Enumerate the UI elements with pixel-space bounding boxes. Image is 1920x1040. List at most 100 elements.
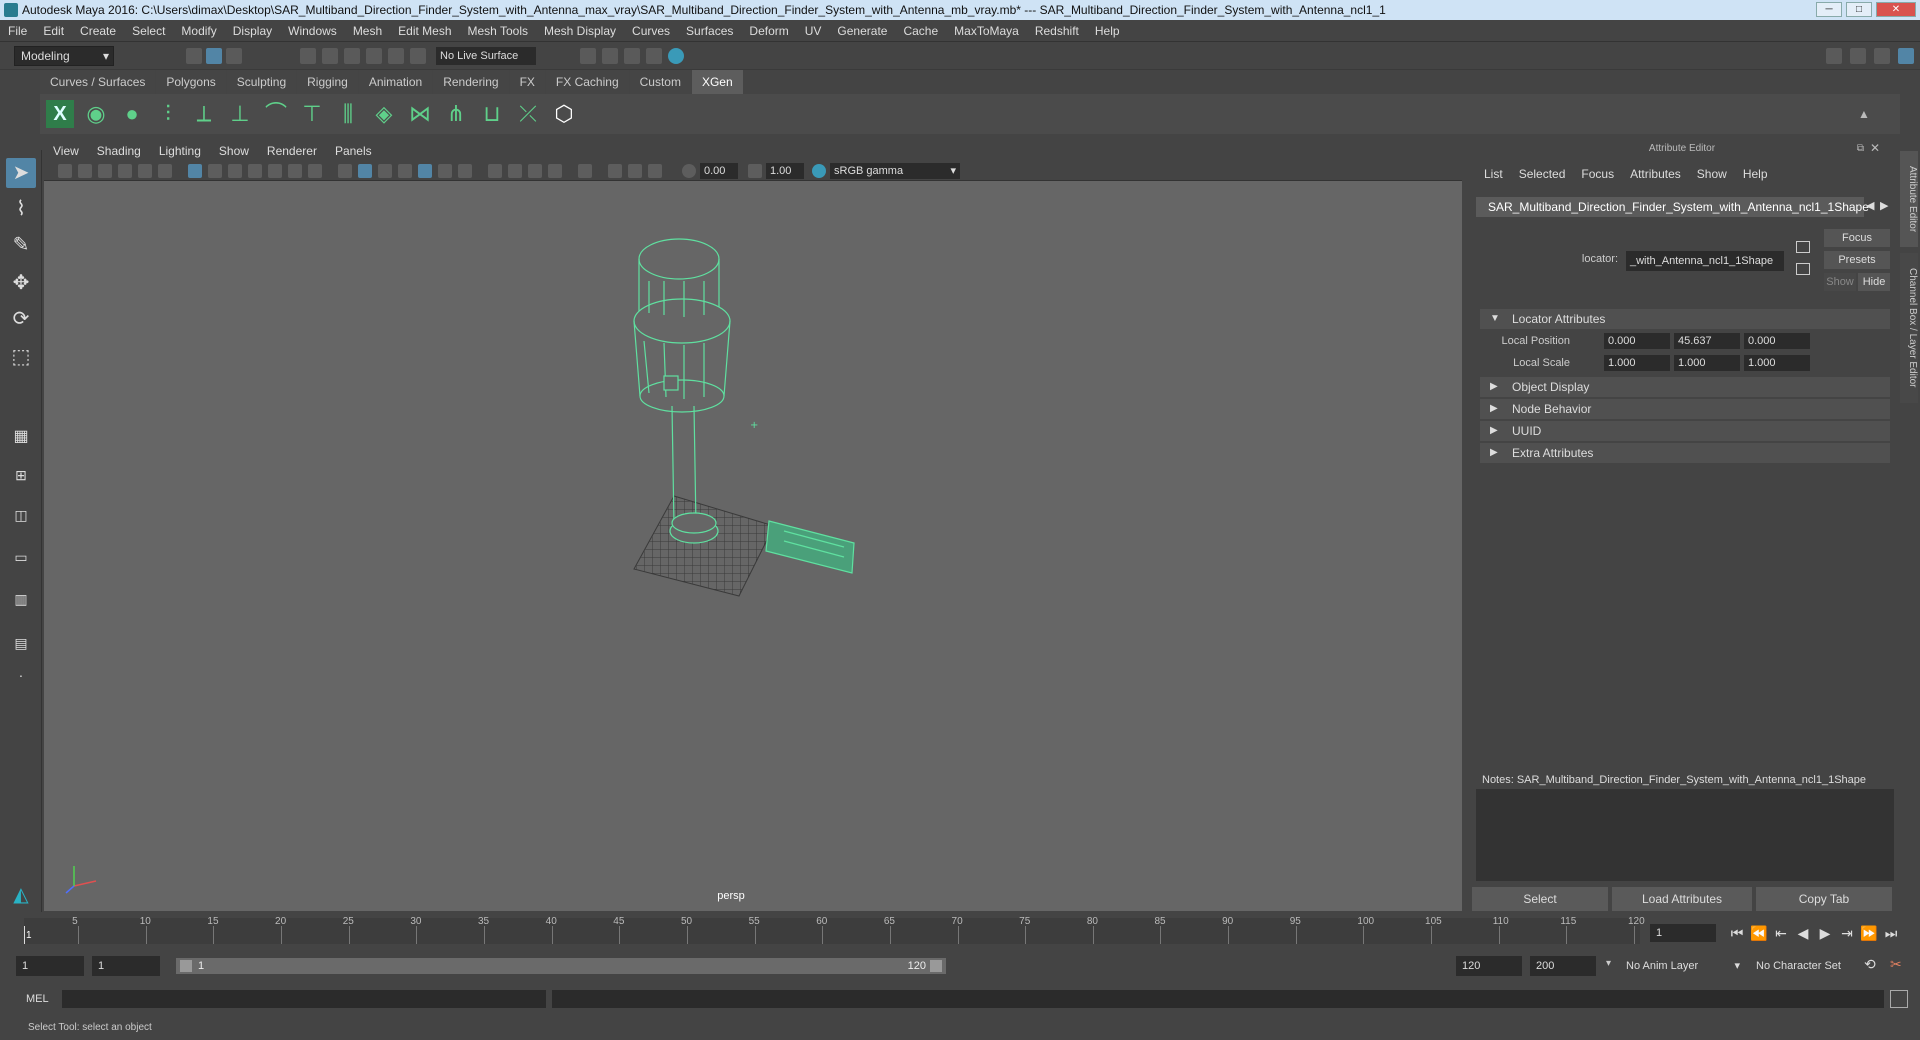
snap-magnet-icon[interactable] [410, 48, 426, 64]
snap-point-icon[interactable] [344, 48, 360, 64]
xgen-interactive-groom-icon[interactable]: ⬡ [550, 100, 578, 128]
playback-start-field[interactable]: 1 [92, 956, 160, 976]
play-backward-icon[interactable]: ◀ [1794, 924, 1812, 942]
go-to-start-icon[interactable]: ⏮ [1728, 924, 1746, 942]
menu-cache[interactable]: Cache [895, 20, 946, 42]
screen-space-ao-icon[interactable] [508, 164, 522, 178]
xgen-editor-icon[interactable]: X [46, 100, 74, 128]
backface-icon[interactable] [648, 164, 662, 178]
use-all-lights-icon[interactable] [458, 164, 472, 178]
shelf-tab-rendering[interactable]: Rendering [433, 70, 509, 94]
layout-two-view-icon[interactable]: ◫ [6, 500, 36, 530]
playhead[interactable] [24, 926, 25, 944]
copy-tab-button[interactable]: Copy Tab [1756, 887, 1892, 911]
ae-menu-list[interactable]: List [1476, 165, 1511, 183]
image-plane-icon[interactable] [118, 164, 132, 178]
lasso-tool-icon[interactable]: ⌇ [6, 194, 36, 224]
wireframe-icon[interactable] [338, 164, 352, 178]
xgen-sculpt-icon[interactable]: ⋈ [406, 100, 434, 128]
layout-persp-graph-icon[interactable]: ▤ [6, 628, 36, 658]
2d-pan-zoom-icon[interactable] [138, 164, 152, 178]
shelf-tab-fx-caching[interactable]: FX Caching [545, 70, 629, 94]
menu-surfaces[interactable]: Surfaces [678, 20, 741, 42]
exposure-field[interactable]: 0.00 [700, 163, 738, 179]
soft-select-icon[interactable]: ▦ [6, 422, 36, 452]
ae-menu-selected[interactable]: Selected [1511, 165, 1574, 183]
section-locator-attributes[interactable]: ▼ Locator Attributes [1480, 309, 1890, 329]
safe-title-icon[interactable] [308, 164, 322, 178]
select-by-hierarchy-icon[interactable] [186, 48, 202, 64]
wireframe-on-shaded-icon[interactable] [398, 164, 412, 178]
locator-name-field[interactable]: _with_Antenna_ncl1_1Shape [1626, 251, 1784, 271]
range-handle-end-icon[interactable] [930, 960, 942, 972]
camera-select-icon[interactable] [58, 164, 72, 178]
step-forward-frame-icon[interactable]: ⇥ [1838, 924, 1856, 942]
xgen-add-guides-icon[interactable]: ⫶ [154, 100, 182, 128]
vp-menu-panels[interactable]: Panels [326, 141, 381, 161]
viewport-scene[interactable]: + [44, 181, 1462, 911]
select-tool-icon[interactable]: ➤ [6, 158, 36, 188]
mode-selector[interactable]: Modeling ▾ [14, 46, 114, 66]
next-tab-icon[interactable]: ▶ [1880, 199, 1888, 212]
ae-menu-help[interactable]: Help [1735, 165, 1776, 183]
range-handle-start-icon[interactable] [180, 960, 192, 972]
range-slider[interactable]: 1 120 [176, 958, 946, 974]
local-position-y[interactable]: 45.637 [1674, 333, 1740, 349]
node-tab[interactable]: SAR_Multiband_Direction_Finder_System_wi… [1476, 197, 1869, 217]
show-button[interactable]: Show [1824, 273, 1856, 291]
section-uuid[interactable]: ▶ UUID [1480, 421, 1890, 441]
current-frame-field[interactable]: 1 [1650, 924, 1716, 942]
workspace-icon[interactable] [1898, 48, 1914, 64]
render-view-icon[interactable] [580, 48, 596, 64]
tab-channel-box[interactable]: Channel Box / Layer Editor [1900, 253, 1918, 403]
select-by-object-icon[interactable] [206, 48, 222, 64]
close-button[interactable]: ✕ [1876, 2, 1916, 17]
layout-graph-icon[interactable]: ▭ [6, 542, 36, 572]
move-tool-icon[interactable]: ✥ [6, 268, 36, 298]
section-object-display[interactable]: ▶ Object Display [1480, 377, 1890, 397]
xray-joints-icon[interactable] [608, 164, 622, 178]
xray-active-icon[interactable] [628, 164, 642, 178]
menu-curves[interactable]: Curves [624, 20, 678, 42]
xgen-clump-icon[interactable]: ⤫ [514, 100, 542, 128]
menu-help[interactable]: Help [1087, 20, 1128, 42]
ae-menu-focus[interactable]: Focus [1573, 165, 1622, 183]
shelf-tab-xgen[interactable]: XGen [691, 70, 743, 94]
xgen-guide-bend-icon[interactable]: ⌒ [262, 100, 290, 128]
anim-layer-dropdown[interactable]: No Anim Layer ▾ [1620, 956, 1740, 976]
menu-modify[interactable]: Modify [173, 20, 224, 42]
snap-view-icon[interactable] [366, 48, 382, 64]
shelf-tab-rigging[interactable]: Rigging [297, 70, 358, 94]
vp-menu-show[interactable]: Show [210, 141, 258, 161]
vp-menu-shading[interactable]: Shading [88, 141, 150, 161]
section-node-behavior[interactable]: ▶ Node Behavior [1480, 399, 1890, 419]
menu-mesh-tools[interactable]: Mesh Tools [460, 20, 536, 42]
rotate-tool-icon[interactable]: ⟳ [6, 304, 36, 334]
xgen-cut-icon[interactable]: ⋔ [442, 100, 470, 128]
load-attributes-button[interactable]: Load Attributes [1612, 887, 1752, 911]
textured-icon[interactable] [438, 164, 452, 178]
menu-mesh-display[interactable]: Mesh Display [536, 20, 624, 42]
color-management-icon[interactable] [812, 164, 826, 178]
presets-button[interactable]: Presets [1824, 251, 1890, 269]
render-settings-icon[interactable] [646, 48, 662, 64]
maximize-button[interactable]: □ [1846, 2, 1872, 17]
ipr-render-icon[interactable] [624, 48, 640, 64]
vp-menu-lighting[interactable]: Lighting [150, 141, 210, 161]
character-set-dropdown[interactable]: No Character Set [1750, 956, 1870, 976]
menu-uv[interactable]: UV [797, 20, 830, 42]
grease-pencil-icon[interactable] [158, 164, 172, 178]
motion-blur-icon[interactable] [528, 164, 542, 178]
focus-button[interactable]: Focus [1824, 229, 1890, 247]
scale-tool-icon[interactable]: ⬚ [6, 342, 36, 372]
tab-attribute-editor[interactable]: Attribute Editor [1900, 151, 1918, 247]
xgen-edit-guides-icon[interactable]: ⟂ [190, 100, 218, 128]
shelf-tab-custom[interactable]: Custom [629, 70, 691, 94]
snap-curve-icon[interactable] [322, 48, 338, 64]
local-scale-x[interactable]: 1.000 [1604, 355, 1670, 371]
snap-grid-icon[interactable] [300, 48, 316, 64]
exposure-icon[interactable] [682, 164, 696, 178]
shelf-scroll-icon[interactable]: ▲ [1850, 100, 1878, 128]
close-panel-icon[interactable]: ✕ [1870, 141, 1880, 155]
shelf-tab-animation[interactable]: Animation [358, 70, 433, 94]
